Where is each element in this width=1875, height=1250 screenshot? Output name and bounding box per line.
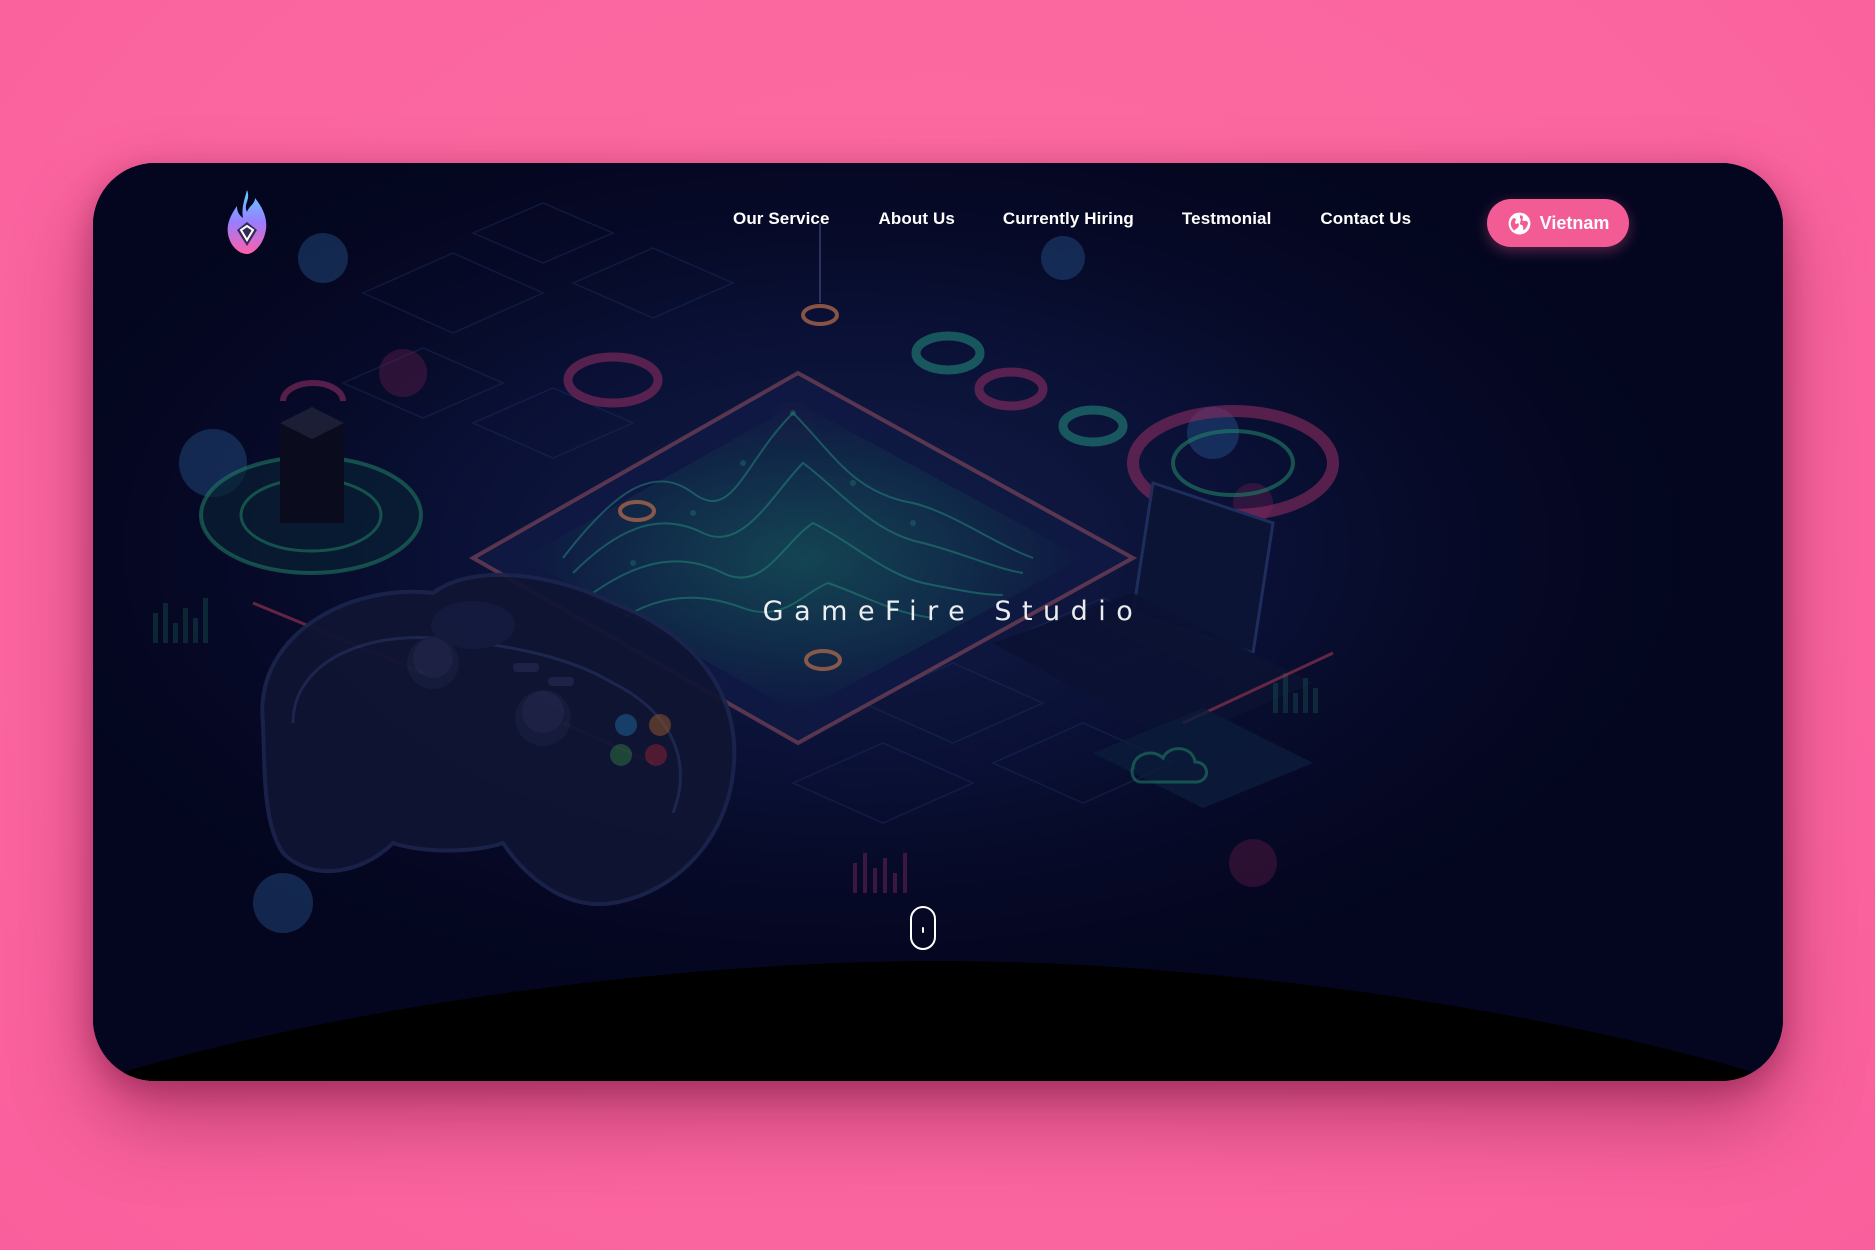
main-nav: Our Service About Us Currently Hiring Te… [733,209,1411,229]
page-background: Our Service About Us Currently Hiring Te… [0,0,1875,1250]
globe-icon [1508,212,1531,234]
nav-item-testimonial[interactable]: Testmonial [1182,209,1271,229]
nav-item-about-us[interactable]: About Us [879,209,955,229]
mouse-scroll-icon[interactable] [910,906,936,950]
language-button-label: Vietnam [1539,212,1610,233]
language-button[interactable]: Vietnam [1487,199,1629,247]
nav-item-contact-us[interactable]: Contact Us [1320,209,1411,229]
hero-card: Our Service About Us Currently Hiring Te… [93,163,1783,1081]
flame-logo-icon[interactable] [225,188,269,260]
bottom-curve-divider [93,961,1783,1081]
nav-item-currently-hiring[interactable]: Currently Hiring [1003,209,1134,229]
scroll-wheel [922,927,924,933]
hero-title: GameFire Studio [762,596,1144,627]
nav-item-our-service[interactable]: Our Service [733,209,830,229]
